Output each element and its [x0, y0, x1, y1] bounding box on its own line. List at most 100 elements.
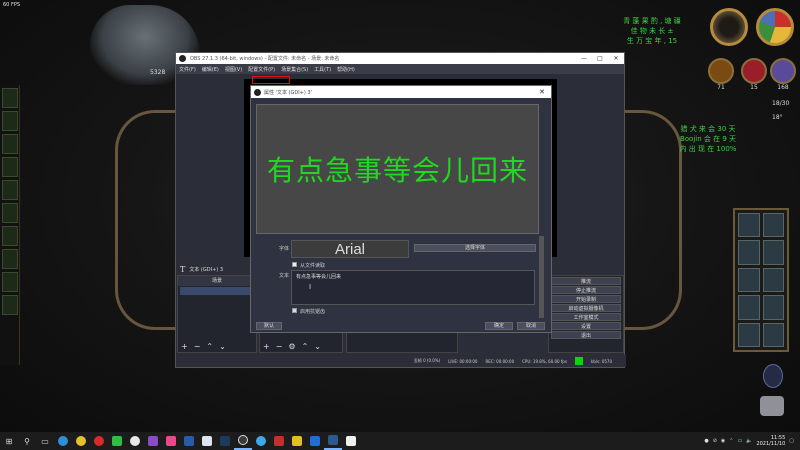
game-tab[interactable]	[2, 88, 18, 108]
steam-icon[interactable]	[216, 432, 234, 450]
text-input[interactable]: 有点急事等会儿回来	[291, 270, 535, 305]
from-file-checkbox[interactable]	[292, 262, 297, 267]
minimize-icon[interactable]: —	[576, 55, 592, 62]
inventory-slot[interactable]	[762, 240, 784, 265]
defaults-button[interactable]: 默认	[256, 322, 282, 330]
text-properties-dialog: 属性 '文本 (GDI+) 3' ✕ 有点急事等会儿回来 字体 Arial 选择…	[250, 85, 552, 333]
menu-profile[interactable]: 配置文件(P)	[248, 66, 275, 73]
menu-scene-collection[interactable]: 场景集合(S)	[281, 66, 308, 73]
announcement-line: 猎 犬 来 会 30 天	[680, 125, 736, 133]
map-scroll-icon[interactable]	[760, 396, 784, 416]
game-tab[interactable]	[2, 180, 18, 200]
close-icon[interactable]: ✕	[608, 55, 624, 62]
steam-active-icon[interactable]	[324, 432, 342, 450]
dropped-frames: 丢帧 0 (0.0%)	[413, 358, 441, 363]
inventory-slot[interactable]	[762, 267, 784, 293]
game-tab[interactable]	[2, 134, 18, 154]
wegame-icon[interactable]	[288, 432, 306, 450]
cloud-icon[interactable]	[198, 432, 216, 450]
studio-mode-button[interactable]: 工作室模式	[551, 313, 621, 321]
netease-music-icon[interactable]	[90, 432, 108, 450]
contacts-icon[interactable]	[144, 432, 162, 450]
windows-start-icon[interactable]: ⊞	[0, 432, 18, 450]
inventory-slot[interactable]	[738, 240, 760, 265]
menu-file[interactable]: 文件(F)	[179, 66, 196, 73]
network-icon[interactable]: ▭	[737, 438, 742, 444]
qq-music-icon[interactable]	[126, 432, 144, 450]
dialog-scrollbar[interactable]	[539, 236, 544, 318]
task-view-icon[interactable]: ▭	[36, 432, 54, 450]
settings-button[interactable]: 设置	[551, 322, 621, 330]
obs-logo-icon	[254, 88, 261, 96]
start-recording-button[interactable]: 开始录制	[551, 295, 621, 303]
backpack-inventory	[733, 208, 789, 352]
remove-icon[interactable]: −	[276, 342, 283, 351]
game-tab[interactable]	[2, 295, 18, 315]
chevron-up-icon[interactable]: ⌃	[729, 438, 733, 444]
rec-time: REC: 00:00:00	[485, 358, 515, 364]
preview-text: 有点急事等会儿回来	[266, 154, 528, 187]
minimap-dial[interactable]	[710, 8, 748, 46]
notepad-icon[interactable]	[342, 432, 360, 450]
virtual-camera-button[interactable]: 启动虚拟摄像机	[551, 304, 621, 312]
tray-app-icon[interactable]: ●	[704, 438, 708, 444]
game-tab[interactable]	[2, 226, 18, 246]
chrome-icon[interactable]	[72, 432, 90, 450]
exit-button[interactable]: 退出	[551, 331, 621, 339]
close-icon[interactable]: ✕	[539, 88, 545, 96]
notification-icon[interactable]: ▢	[789, 438, 794, 444]
ok-button[interactable]: 确定	[485, 322, 513, 330]
menu-tools[interactable]: 工具(T)	[314, 66, 331, 73]
scenes-header: 场景	[178, 276, 256, 286]
menu-edit[interactable]: 编辑(E)	[202, 66, 219, 73]
remove-icon[interactable]: −	[194, 342, 201, 351]
announcement-line: 佳 物 未 长 ±	[630, 27, 674, 35]
game-tab[interactable]	[2, 111, 18, 131]
inventory-slot[interactable]	[762, 322, 784, 347]
system-clock[interactable]: 11:55 2021/11/10	[756, 435, 785, 447]
inventory-slot[interactable]	[762, 213, 784, 238]
dialog-titlebar[interactable]: 属性 '文本 (GDI+) 3' ✕	[251, 86, 551, 98]
menu-view[interactable]: 视图(V)	[225, 66, 242, 73]
scene-item[interactable]	[180, 287, 254, 295]
tray-app-icon[interactable]: ◉	[721, 438, 725, 444]
add-icon[interactable]: +	[263, 342, 270, 351]
antialias-checkbox[interactable]	[292, 308, 297, 313]
move-down-icon[interactable]: ⌄	[314, 342, 321, 351]
tray-app-icon[interactable]: ⊘	[713, 438, 717, 444]
menu-help[interactable]: 帮助(H)	[337, 66, 355, 73]
obs-titlebar[interactable]: OBS 27.1.3 (64-bit, windows) - 配置文件: 未命名…	[176, 53, 624, 64]
game-announcement-right: 猎 犬 来 会 30 天 Boojin 会 在 9 天 内 出 现 在 100%	[662, 124, 754, 154]
game-tab[interactable]	[2, 272, 18, 292]
start-streaming-button[interactable]: 推流	[551, 277, 621, 285]
maximize-icon[interactable]: □	[592, 55, 608, 62]
inventory-slot[interactable]	[762, 295, 784, 320]
move-down-icon[interactable]: ⌄	[219, 342, 226, 351]
move-up-icon[interactable]: ⌃	[206, 342, 213, 351]
inventory-slot[interactable]	[738, 295, 760, 320]
search-icon[interactable]: ⚲	[18, 432, 36, 450]
move-up-icon[interactable]: ⌃	[302, 342, 309, 351]
volume-icon[interactable]: 🔈	[746, 438, 752, 444]
browser-icon[interactable]	[252, 432, 270, 450]
wechat-icon[interactable]	[108, 432, 126, 450]
stop-streaming-button[interactable]: 停止推流	[551, 286, 621, 294]
cancel-button[interactable]: 取消	[517, 322, 545, 330]
game-icon[interactable]	[270, 432, 288, 450]
inventory-slot[interactable]	[738, 267, 760, 293]
video-icon[interactable]	[306, 432, 324, 450]
gear-icon[interactable]: ⚙	[288, 342, 295, 351]
steam-folder-icon[interactable]	[180, 432, 198, 450]
edge-icon[interactable]	[54, 432, 72, 450]
live-time: LIVE: 00:00:00	[448, 358, 478, 364]
inventory-slot[interactable]	[738, 322, 760, 347]
game-tab[interactable]	[2, 249, 18, 269]
select-font-button[interactable]: 选择字体	[414, 244, 536, 252]
add-icon[interactable]: +	[181, 342, 188, 351]
obs-taskbar-icon[interactable]	[234, 432, 252, 450]
game-tab[interactable]	[2, 157, 18, 177]
inventory-slot[interactable]	[738, 213, 760, 238]
text-preview: 有点急事等会儿回来	[256, 104, 539, 234]
folder-icon[interactable]	[162, 432, 180, 450]
game-tab[interactable]	[2, 203, 18, 223]
